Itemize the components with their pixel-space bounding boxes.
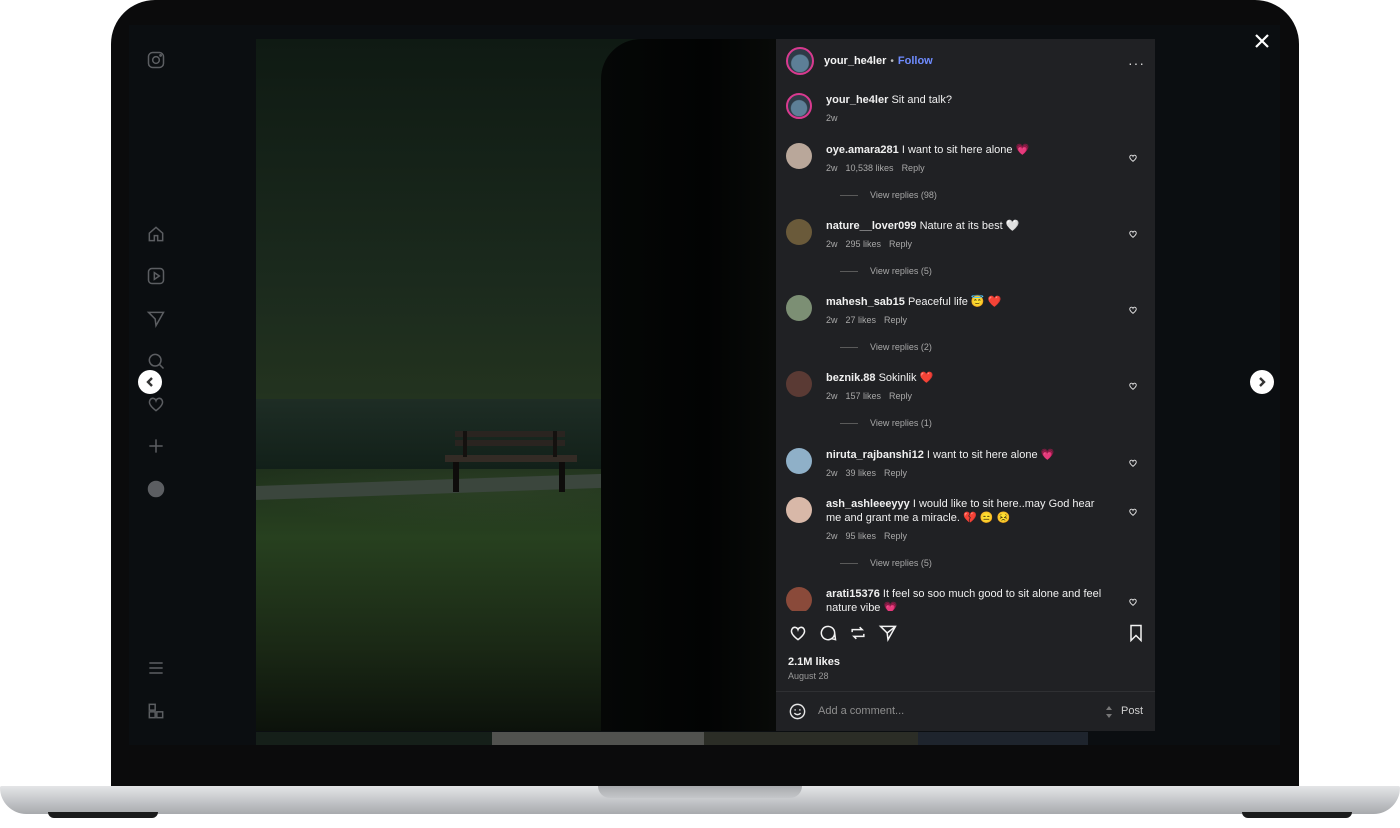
chevron-right-icon: [1259, 377, 1266, 387]
view-replies-label: View replies (5): [870, 558, 932, 568]
commenter-avatar[interactable]: [786, 143, 812, 169]
replies-divider: [840, 422, 858, 424]
laptop-hinge-notch: [598, 786, 802, 798]
view-replies-button[interactable]: View replies (5): [840, 558, 932, 568]
commenter-username[interactable]: nature__lover099: [826, 220, 917, 232]
comment-likes[interactable]: 39 likes: [846, 468, 877, 478]
comment-time: 2w: [826, 391, 838, 401]
view-replies-button[interactable]: View replies (1): [840, 418, 932, 428]
commenter-avatar[interactable]: [786, 295, 812, 321]
like-icon[interactable]: [788, 623, 810, 645]
replies-divider: [840, 346, 858, 348]
commenter-username[interactable]: ash_ashleeeyyy: [826, 498, 910, 510]
commenter-avatar[interactable]: [786, 587, 812, 611]
comment-time: 2w: [826, 163, 838, 173]
comment-input[interactable]: Add a comment...: [818, 705, 904, 717]
comment-time: 2w: [826, 531, 838, 541]
repost-icon[interactable]: [848, 623, 870, 645]
previous-post-button[interactable]: [138, 370, 162, 394]
close-icon[interactable]: [1252, 31, 1272, 51]
view-replies-button[interactable]: View replies (5): [840, 266, 932, 276]
save-icon[interactable]: [1126, 623, 1148, 645]
comment-like-icon[interactable]: [1128, 226, 1138, 238]
screen: your_he4ler • Follow ··· your_he4ler Sit…: [129, 25, 1280, 745]
comment-likes[interactable]: 95 likes: [846, 531, 877, 541]
post-image: [256, 39, 776, 731]
post-date: August 28: [788, 671, 829, 681]
comment-icon[interactable]: [818, 623, 840, 645]
comment-time: 2w: [826, 239, 838, 249]
view-replies-label: View replies (2): [870, 342, 932, 352]
comment-text: I want to sit here alone 💗: [901, 144, 1030, 156]
view-replies-button[interactable]: View replies (98): [840, 190, 937, 200]
comment-composer: Add a comment... Post: [776, 691, 1155, 732]
tree-trunk: [601, 39, 776, 731]
comment-text: I want to sit here alone 💗: [926, 449, 1055, 461]
action-bar: [776, 623, 1155, 649]
commenter-avatar[interactable]: [786, 497, 812, 523]
share-icon[interactable]: [878, 623, 900, 645]
commenter-username[interactable]: oye.amara281: [826, 144, 899, 156]
author-username[interactable]: your_he4ler: [824, 55, 886, 67]
reply-button[interactable]: Reply: [884, 315, 907, 325]
bench: [445, 431, 577, 492]
comment-like-icon[interactable]: [1128, 594, 1138, 606]
caption-time: 2w: [826, 113, 838, 123]
view-replies-label: View replies (5): [870, 266, 932, 276]
post-detail-panel: your_he4ler • Follow ··· your_he4ler Sit…: [776, 39, 1155, 731]
commenter-avatar[interactable]: [786, 448, 812, 474]
comment-text: Sokinlik ❤️: [878, 372, 934, 384]
post-header: your_he4ler • Follow ···: [776, 39, 1155, 83]
comment-text: Peaceful life 😇 ❤️: [907, 296, 1002, 308]
reply-button[interactable]: Reply: [902, 163, 925, 173]
next-post-button[interactable]: [1250, 370, 1274, 394]
comment-text: Nature at its best 🤍: [919, 220, 1020, 232]
chevron-left-icon: [146, 377, 153, 387]
resize-icon: [1106, 706, 1112, 718]
caption-text: Sit and talk?: [891, 94, 952, 106]
more-options-icon[interactable]: ···: [1128, 55, 1145, 71]
commenter-username[interactable]: niruta_rajbanshi12: [826, 449, 924, 461]
comment-like-icon[interactable]: [1128, 378, 1138, 390]
commenter-avatar[interactable]: [786, 371, 812, 397]
follow-button[interactable]: Follow: [898, 55, 933, 67]
laptop-foot: [1242, 812, 1352, 818]
commenter-username[interactable]: arati15376: [826, 588, 880, 600]
replies-divider: [840, 194, 858, 196]
reply-button[interactable]: Reply: [884, 468, 907, 478]
replies-divider: [840, 562, 858, 564]
commenter-username[interactable]: beznik.88: [826, 372, 876, 384]
post-comment-button[interactable]: Post: [1121, 705, 1143, 717]
laptop-foot: [48, 812, 158, 818]
caption-username[interactable]: your_he4ler: [826, 94, 888, 106]
comment-like-icon[interactable]: [1128, 150, 1138, 162]
separator-dot: •: [890, 55, 894, 67]
reply-button[interactable]: Reply: [889, 239, 912, 249]
commenter-username[interactable]: mahesh_sab15: [826, 296, 905, 308]
emoji-icon[interactable]: [788, 702, 807, 721]
view-replies-button[interactable]: View replies (2): [840, 342, 932, 352]
reply-button[interactable]: Reply: [889, 391, 912, 401]
view-replies-label: View replies (98): [870, 190, 937, 200]
comment-time: 2w: [826, 315, 838, 325]
comment-likes[interactable]: 10,538 likes: [846, 163, 894, 173]
comment-like-icon[interactable]: [1128, 504, 1138, 516]
view-replies-label: View replies (1): [870, 418, 932, 428]
replies-divider: [840, 270, 858, 272]
likes-count[interactable]: 2.1M likes: [788, 656, 840, 668]
comment-likes[interactable]: 27 likes: [846, 315, 877, 325]
commenter-avatar[interactable]: [786, 219, 812, 245]
comment-like-icon[interactable]: [1128, 455, 1138, 467]
comment-likes[interactable]: 295 likes: [846, 239, 882, 249]
comment-like-icon[interactable]: [1128, 302, 1138, 314]
comment-likes[interactable]: 157 likes: [846, 391, 882, 401]
comments-list[interactable]: your_he4ler Sit and talk? 2w oye.amara28…: [776, 87, 1155, 611]
comment-time: 2w: [826, 468, 838, 478]
caption-avatar[interactable]: [786, 93, 812, 119]
reply-button[interactable]: Reply: [884, 531, 907, 541]
author-avatar[interactable]: [786, 47, 814, 75]
